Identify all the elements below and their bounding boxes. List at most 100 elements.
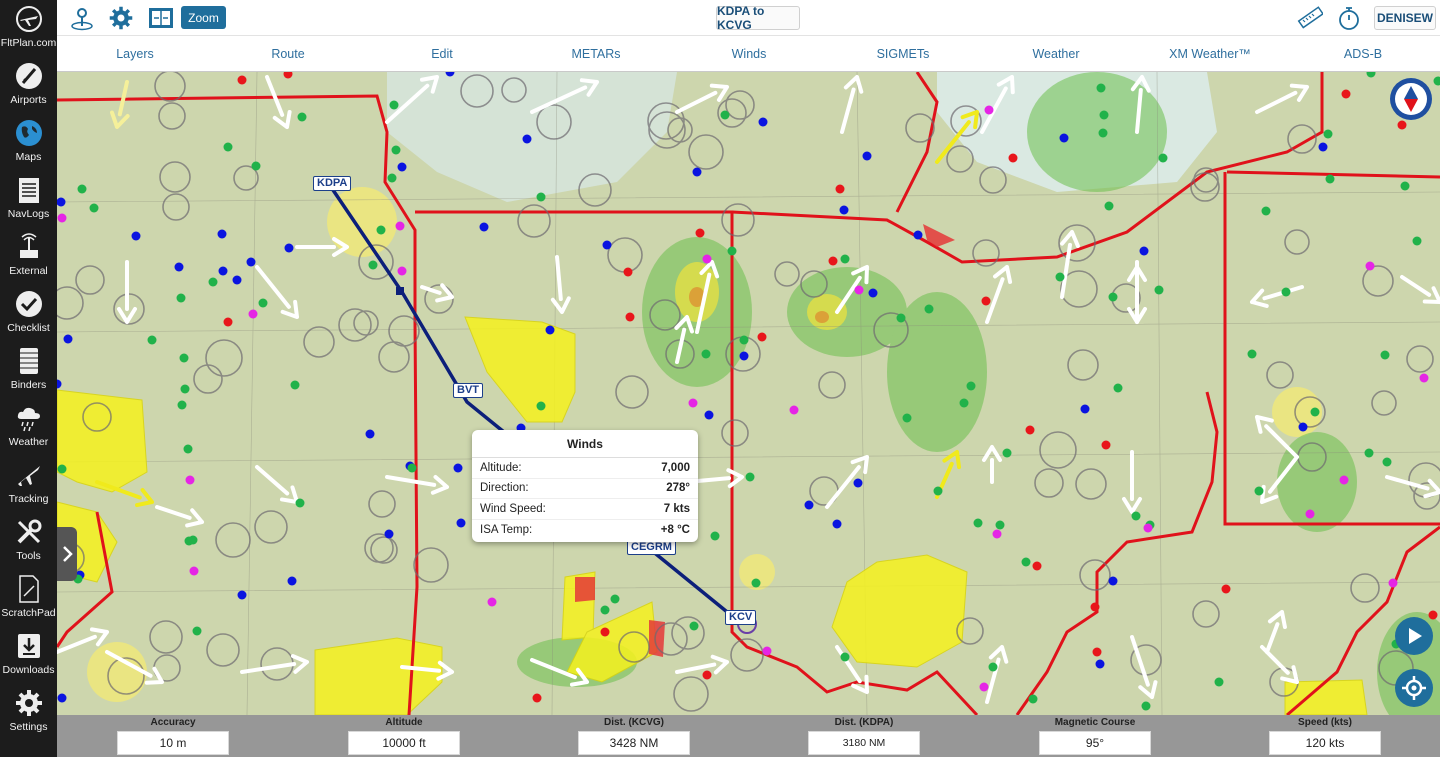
metar-station-dot[interactable] xyxy=(1261,206,1271,216)
metar-station-dot[interactable] xyxy=(1380,350,1390,360)
metar-station-dot[interactable] xyxy=(183,444,193,454)
metar-station-dot[interactable] xyxy=(862,151,872,161)
metar-station-dot[interactable] xyxy=(57,693,67,703)
metar-station-dot[interactable] xyxy=(188,535,198,545)
metar-station-dot[interactable] xyxy=(1341,89,1351,99)
metar-station-dot[interactable] xyxy=(237,590,247,600)
metar-station-dot[interactable] xyxy=(1113,383,1123,393)
tab-weather[interactable]: Weather xyxy=(996,36,1116,72)
metar-station-dot[interactable] xyxy=(1008,153,1018,163)
metar-station-dot[interactable] xyxy=(89,203,99,213)
metar-station-dot[interactable] xyxy=(1281,287,1291,297)
zoom-button[interactable]: Zoom xyxy=(181,6,226,29)
metar-station-dot[interactable] xyxy=(988,662,998,672)
metar-station-dot[interactable] xyxy=(1104,201,1114,211)
metar-station-dot[interactable] xyxy=(623,267,633,277)
metar-station-dot[interactable] xyxy=(979,682,989,692)
map-view[interactable]: KDPA BVT CEGRM KCV xyxy=(57,72,1440,715)
metar-station-dot[interactable] xyxy=(739,335,749,345)
metar-station-dot[interactable] xyxy=(840,254,850,264)
metar-station-dot[interactable] xyxy=(223,142,233,152)
metar-station-dot[interactable] xyxy=(397,266,407,276)
metar-station-dot[interactable] xyxy=(688,398,698,408)
metar-station-dot[interactable] xyxy=(131,231,141,241)
metar-station-dot[interactable] xyxy=(727,246,737,256)
tab-ads-b[interactable]: ADS-B xyxy=(1303,36,1423,72)
metar-station-dot[interactable] xyxy=(147,335,157,345)
map-settings-button[interactable] xyxy=(106,3,136,33)
metar-station-dot[interactable] xyxy=(913,230,923,240)
metar-station-dot[interactable] xyxy=(1096,83,1106,93)
metar-station-dot[interactable] xyxy=(456,518,466,528)
metar-station-dot[interactable] xyxy=(902,413,912,423)
metar-station-dot[interactable] xyxy=(804,500,814,510)
tab-sigmets[interactable]: SIGMETs xyxy=(843,36,963,72)
side-drawer-toggle[interactable] xyxy=(57,527,77,581)
sidebar-item-settings[interactable]: Settings xyxy=(0,684,57,741)
metar-station-dot[interactable] xyxy=(532,693,542,703)
metar-station-dot[interactable] xyxy=(839,205,849,215)
metar-station-dot[interactable] xyxy=(745,472,755,482)
metar-station-dot[interactable] xyxy=(933,486,943,496)
metar-station-dot[interactable] xyxy=(384,529,394,539)
sidebar-item-checklist[interactable]: Checklist xyxy=(0,285,57,342)
metar-station-dot[interactable] xyxy=(232,275,242,285)
sidebar-item-tools[interactable]: Tools xyxy=(0,513,57,570)
metar-station-dot[interactable] xyxy=(610,594,620,604)
metar-station-dot[interactable] xyxy=(57,464,67,474)
tab-edit[interactable]: Edit xyxy=(382,36,502,72)
metar-station-dot[interactable] xyxy=(1310,407,1320,417)
metar-station-dot[interactable] xyxy=(625,312,635,322)
sidebar-item-binders[interactable]: Binders xyxy=(0,342,57,399)
metar-station-dot[interactable] xyxy=(1025,425,1035,435)
metar-station-dot[interactable] xyxy=(395,221,405,231)
metar-station-dot[interactable] xyxy=(757,332,767,342)
metar-station-dot[interactable] xyxy=(1131,511,1141,521)
metar-station-dot[interactable] xyxy=(1101,440,1111,450)
metar-station-dot[interactable] xyxy=(290,380,300,390)
sidebar-item-tracking[interactable]: Tracking xyxy=(0,456,57,513)
metar-station-dot[interactable] xyxy=(376,225,386,235)
route-title-button[interactable]: KDPA to KCVG xyxy=(716,4,800,32)
metar-station-dot[interactable] xyxy=(973,518,983,528)
metar-station-dot[interactable] xyxy=(868,288,878,298)
metar-station-dot[interactable] xyxy=(835,184,845,194)
sidebar-item-airports[interactable]: Airports xyxy=(0,57,57,114)
metar-station-dot[interactable] xyxy=(192,626,202,636)
metar-station-dot[interactable] xyxy=(1298,422,1308,432)
metar-station-dot[interactable] xyxy=(185,475,195,485)
metar-station-dot[interactable] xyxy=(1095,659,1105,669)
metar-station-dot[interactable] xyxy=(924,304,934,314)
metar-station-dot[interactable] xyxy=(208,277,218,287)
sidebar-item-maps[interactable]: Maps xyxy=(0,114,57,171)
metar-station-dot[interactable] xyxy=(1059,133,1069,143)
user-account-button[interactable]: DENISEW xyxy=(1374,6,1436,30)
metar-station-dot[interactable] xyxy=(1325,174,1335,184)
split-view-button[interactable] xyxy=(146,3,176,33)
metar-station-dot[interactable] xyxy=(251,161,261,171)
metar-station-dot[interactable] xyxy=(1400,181,1410,191)
metar-station-dot[interactable] xyxy=(1382,457,1392,467)
metar-station-dot[interactable] xyxy=(536,192,546,202)
metar-station-dot[interactable] xyxy=(1032,561,1042,571)
ruler-button[interactable] xyxy=(1295,3,1325,33)
metar-station-dot[interactable] xyxy=(720,110,730,120)
metar-station-dot[interactable] xyxy=(1028,694,1038,704)
metar-station-dot[interactable] xyxy=(223,317,233,327)
metar-station-dot[interactable] xyxy=(959,398,969,408)
metar-station-dot[interactable] xyxy=(180,384,190,394)
metar-station-dot[interactable] xyxy=(237,75,247,85)
metar-station-dot[interactable] xyxy=(77,184,87,194)
metar-station-dot[interactable] xyxy=(992,529,1002,539)
sidebar-item-downloads[interactable]: Downloads xyxy=(0,627,57,684)
metar-station-dot[interactable] xyxy=(1080,404,1090,414)
metar-station-dot[interactable] xyxy=(217,229,227,239)
center-location-button[interactable] xyxy=(1395,669,1433,707)
metar-station-dot[interactable] xyxy=(189,566,199,576)
metar-station-dot[interactable] xyxy=(176,293,186,303)
metar-station-dot[interactable] xyxy=(57,213,67,223)
metar-station-dot[interactable] xyxy=(487,597,497,607)
metar-station-dot[interactable] xyxy=(1108,576,1118,586)
metar-station-dot[interactable] xyxy=(758,117,768,127)
metar-station-dot[interactable] xyxy=(1141,701,1151,711)
